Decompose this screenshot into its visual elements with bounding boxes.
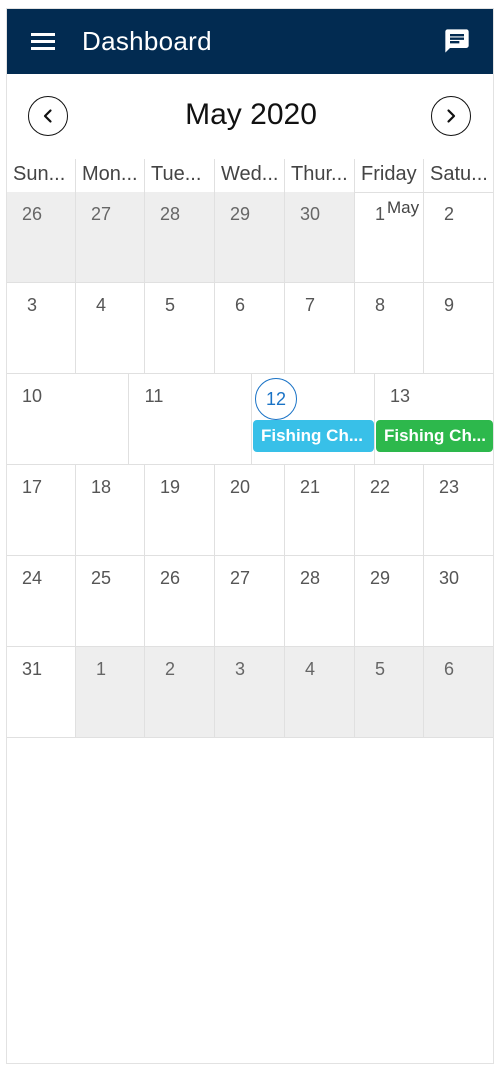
calendar-day-cell[interactable]: 4 <box>76 283 145 373</box>
calendar-day-cell[interactable]: 28 <box>145 192 215 282</box>
calendar-week-row: 3 4 5 6 7 8 9 <box>7 283 493 374</box>
day-number: 30 <box>299 204 321 224</box>
day-number: 17 <box>21 477 43 497</box>
day-number: 7 <box>304 295 315 315</box>
calendar-day-cell[interactable]: 28 <box>285 556 355 646</box>
day-number: 3 <box>234 659 245 679</box>
app-frame: Dashboard May 2020 Sun... Mon... Tue... Wed… <box>6 8 494 1064</box>
calendar-day-cell[interactable]: 21 <box>285 465 355 555</box>
calendar-day-cell[interactable]: 6 <box>424 647 493 737</box>
calendar-day-cell[interactable]: 1 May <box>355 192 424 282</box>
day-number: 29 <box>369 568 391 588</box>
calendar-day-cell[interactable]: 19 <box>145 465 215 555</box>
calendar-day-cell[interactable]: 2 <box>145 647 215 737</box>
weekday-label: Mon... <box>76 159 145 192</box>
calendar-week-row: 17 18 19 20 21 22 23 <box>7 465 493 556</box>
day-number: 2 <box>164 659 175 679</box>
calendar-week-row: 26 27 28 29 30 1 May 2 <box>7 192 493 283</box>
day-number: 29 <box>229 204 251 224</box>
calendar-day-cell[interactable]: 29 <box>355 556 424 646</box>
weekday-label: Satu... <box>430 163 488 185</box>
app-bar: Dashboard <box>7 9 493 74</box>
day-number: 23 <box>438 477 460 497</box>
calendar-day-cell[interactable]: 3 <box>7 283 76 373</box>
weekday-label: Thur... <box>285 159 355 192</box>
calendar-day-cell[interactable]: 8 <box>355 283 424 373</box>
page-title: Dashboard <box>82 26 212 56</box>
day-number: 28 <box>299 568 321 588</box>
day-number: 25 <box>90 568 112 588</box>
day-number: 11 <box>144 386 164 406</box>
day-number: 22 <box>369 477 391 497</box>
day-number: 4 <box>304 659 315 679</box>
calendar-day-cell[interactable]: 26 <box>7 192 76 282</box>
weekday-label: Wed... <box>215 159 285 192</box>
day-number: 5 <box>374 659 385 679</box>
month-start-label: May <box>387 198 420 217</box>
day-number: 28 <box>159 204 181 224</box>
day-number: 2 <box>443 204 454 224</box>
calendar-day-cell[interactable]: 6 <box>215 283 285 373</box>
calendar-day-cell[interactable]: 10 <box>7 374 129 464</box>
calendar-week-row: 24 25 26 27 28 29 30 <box>7 556 493 647</box>
calendar-day-cell[interactable]: 29 <box>215 192 285 282</box>
day-number: 3 <box>26 295 37 315</box>
day-number: 10 <box>21 386 43 406</box>
calendar-day-cell[interactable]: 30 <box>424 556 493 646</box>
hamburger-menu-icon[interactable] <box>31 31 57 51</box>
weekday-label: Sun... <box>7 159 76 192</box>
calendar-day-cell[interactable]: 4 <box>285 647 355 737</box>
calendar-day-cell[interactable]: 5 <box>355 647 424 737</box>
day-number: 20 <box>229 477 251 497</box>
calendar-day-cell[interactable]: 25 <box>76 556 145 646</box>
calendar-day-cell[interactable]: 17 <box>7 465 76 555</box>
day-number: 9 <box>443 295 454 315</box>
weekday-label: Friday <box>355 159 424 192</box>
day-number: 31 <box>21 659 43 679</box>
calendar-day-cell[interactable]: 22 <box>355 465 424 555</box>
day-number: 5 <box>164 295 175 315</box>
calendar-day-cell[interactable]: 27 <box>215 556 285 646</box>
day-number: 6 <box>443 659 454 679</box>
chat-icon[interactable] <box>443 27 471 55</box>
calendar-day-cell[interactable]: 20 <box>215 465 285 555</box>
day-number: 24 <box>21 568 43 588</box>
calendar-day-cell[interactable]: 24 <box>7 556 76 646</box>
calendar-day-cell[interactable]: 18 <box>76 465 145 555</box>
event-chip[interactable]: Fishing Ch... <box>253 420 374 452</box>
day-number: 18 <box>90 477 112 497</box>
day-number: 13 <box>389 386 411 406</box>
day-number: 6 <box>234 295 245 315</box>
calendar-week-row: 10 11 12 13 Fishing Ch... Fishing Ch... <box>7 374 493 465</box>
day-number: 27 <box>90 204 112 224</box>
calendar-day-cell[interactable]: 11 <box>129 374 252 464</box>
calendar-day-cell[interactable]: 23 <box>424 465 493 555</box>
month-title: May 2020 <box>185 98 317 131</box>
calendar-day-cell[interactable]: 1 <box>76 647 145 737</box>
calendar-day-cell[interactable]: 3 <box>215 647 285 737</box>
calendar-day-cell[interactable]: 7 <box>285 283 355 373</box>
calendar-day-cell[interactable]: 30 <box>285 192 355 282</box>
event-chip[interactable]: Fishing Ch... <box>376 420 493 452</box>
calendar-day-cell[interactable]: 31 <box>7 647 76 737</box>
day-number: 27 <box>229 568 251 588</box>
day-number: 4 <box>95 295 106 315</box>
calendar-day-cell[interactable]: 9 <box>424 283 493 373</box>
day-number: 26 <box>159 568 181 588</box>
weekday-label: Tue... <box>145 159 215 192</box>
day-number: 30 <box>438 568 460 588</box>
day-number: 1 <box>95 659 106 679</box>
today-indicator: 12 <box>255 378 297 420</box>
day-number: 26 <box>21 204 43 224</box>
calendar-day-cell[interactable]: 26 <box>145 556 215 646</box>
calendar-day-cell[interactable]: 2 <box>424 192 493 282</box>
weekday-header-row: Sun... Mon... Tue... Wed... Thur... Friday Sat… <box>7 159 493 193</box>
calendar-day-cell[interactable]: 27 <box>76 192 145 282</box>
calendar-day-cell[interactable]: 5 <box>145 283 215 373</box>
chevron-right-icon[interactable] <box>431 96 471 136</box>
day-number: 21 <box>299 477 321 497</box>
calendar-week-row: 31 1 2 3 4 5 6 <box>7 647 493 738</box>
day-number: 19 <box>159 477 181 497</box>
day-number: 8 <box>374 295 385 315</box>
